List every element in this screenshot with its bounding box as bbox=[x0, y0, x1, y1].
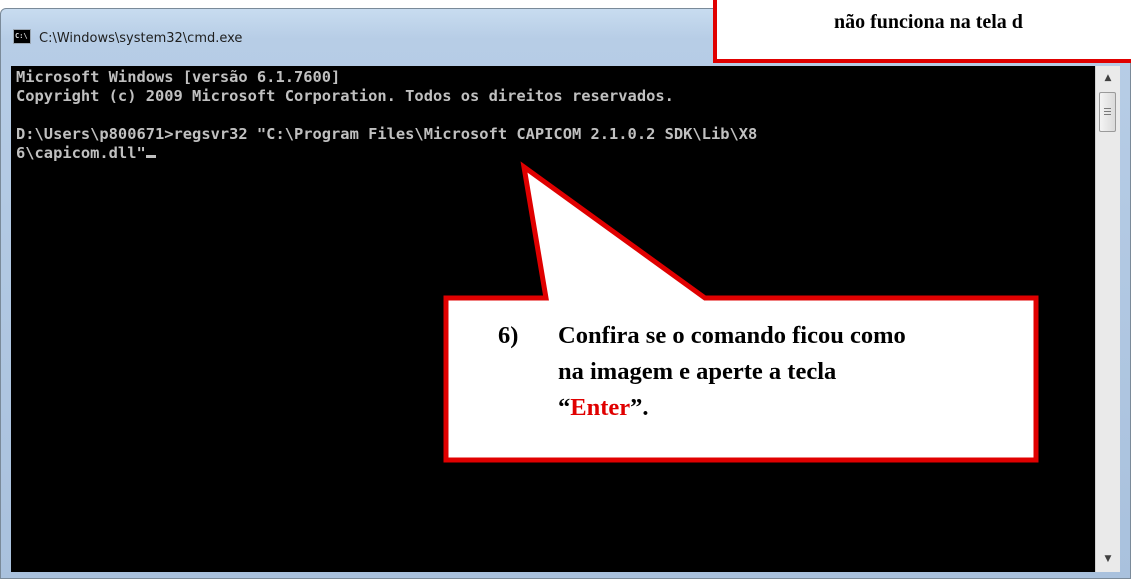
quote-open: “ bbox=[558, 394, 571, 421]
step-text-1: Confira se o comando ficou como bbox=[558, 322, 906, 349]
step-line-3: “Enter”. bbox=[498, 390, 906, 426]
step-line-1: 6) Confira se o comando ficou como bbox=[498, 318, 906, 354]
step-line-2: na imagem e aperte a tecla bbox=[498, 354, 906, 390]
callout-bubble bbox=[443, 161, 1039, 463]
step-text-2: na imagem e aperte a tecla bbox=[558, 358, 837, 385]
step-number: 6) bbox=[498, 322, 519, 349]
page: C:\ C:\Windows\system32\cmd.exe Microsof… bbox=[0, 0, 1131, 579]
step-instruction: 6) Confira se o comando ficou como na ima… bbox=[498, 318, 906, 426]
quote-close: ”. bbox=[630, 394, 649, 421]
enter-key-label: Enter bbox=[570, 394, 631, 421]
